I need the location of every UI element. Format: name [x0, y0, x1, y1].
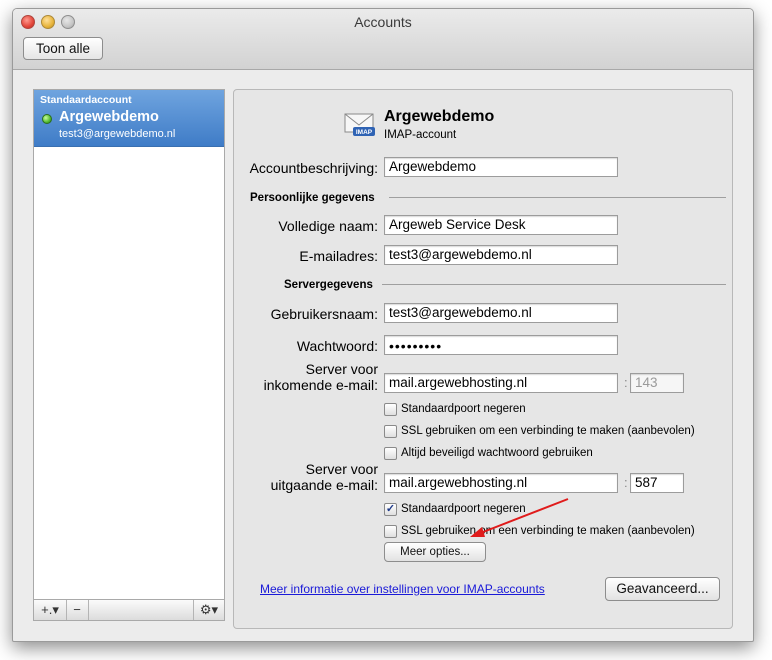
password-label: Wachtwoord:: [296, 338, 378, 354]
fullname-label: Volledige naam:: [278, 218, 378, 234]
username-field[interactable]: [384, 303, 618, 323]
accounts-window: Accounts Toon alle Standaardaccount Arge…: [12, 8, 754, 642]
fullname-field[interactable]: [384, 215, 618, 235]
checkbox-label: Standaardpoort negeren: [401, 403, 526, 415]
username-label: Gebruikersnaam:: [270, 306, 378, 322]
description-field[interactable]: [384, 157, 618, 177]
checkbox[interactable]: [384, 447, 397, 460]
personal-section-title: Persoonlijke gegevens: [250, 192, 375, 204]
incoming-server-label-line2: inkomende e-mail:: [263, 377, 378, 393]
outgoing-server-label-line1: Server voor: [305, 461, 378, 477]
account-type: IMAP-account: [384, 129, 457, 141]
account-title: Argewebdemo: [384, 108, 495, 125]
checkbox-label: SSL gebruiken om een verbinding te maken…: [401, 425, 695, 437]
outgoing-server-label-line2: uitgaande e-mail:: [270, 477, 378, 493]
window-title: Accounts: [354, 14, 412, 30]
outgoing-server-label: Server voor uitgaande e-mail:: [234, 461, 378, 493]
gear-menu-button[interactable]: ⚙▾: [193, 600, 224, 620]
checkbox[interactable]: [384, 425, 397, 438]
description-label: Accountbeschrijving:: [249, 160, 378, 176]
remove-account-button[interactable]: −: [66, 600, 89, 620]
incoming-server-label-line1: Server voor: [305, 361, 378, 377]
accounts-sidebar: Standaardaccount Argewebdemo test3@argew…: [33, 89, 225, 621]
imap-info-link[interactable]: Meer informatie over instellingen voor I…: [260, 582, 545, 596]
incoming-port-field[interactable]: [630, 373, 684, 393]
email-label: E-mailadres:: [299, 248, 378, 264]
annotation-arrow-icon: [470, 498, 569, 537]
checkbox[interactable]: [384, 525, 397, 538]
checkbox-label: Altijd beveiligd wachtwoord gebruiken: [401, 447, 593, 459]
checkbox[interactable]: [384, 403, 397, 416]
show-all-button[interactable]: Toon alle: [23, 37, 103, 60]
account-list-item[interactable]: Standaardaccount Argewebdemo test3@argew…: [34, 90, 224, 147]
account-list-email: test3@argewebdemo.nl: [59, 128, 176, 140]
account-list-name: Argewebdemo: [59, 109, 159, 125]
more-options-button[interactable]: Meer opties...: [384, 542, 486, 562]
personal-section-divider: [389, 197, 726, 198]
online-status-icon: [42, 114, 52, 124]
advanced-button[interactable]: Geavanceerd...: [605, 577, 720, 601]
account-group-header: Standaardaccount: [40, 94, 132, 106]
account-settings-panel: IMAP Argewebdemo IMAP-account Accountbes…: [233, 89, 733, 629]
sidebar-toolbar: +.▾ − ⚙▾: [34, 599, 224, 620]
password-field[interactable]: •••••••••: [384, 335, 618, 355]
add-account-button[interactable]: +.▾: [34, 600, 67, 620]
server-section-title: Servergegevens: [284, 279, 373, 291]
email-field[interactable]: [384, 245, 618, 265]
imap-mail-icon: IMAP: [344, 113, 375, 136]
outgoing-server-field[interactable]: [384, 473, 618, 493]
incoming-server-field[interactable]: [384, 373, 618, 393]
incoming-port-separator: :: [624, 375, 628, 390]
outgoing-port-field[interactable]: [630, 473, 684, 493]
svg-text:IMAP: IMAP: [356, 129, 373, 136]
incoming-server-label: Server voor inkomende e-mail:: [234, 361, 378, 393]
title-bar: Accounts Toon alle: [13, 9, 753, 70]
server-section-divider: [382, 284, 726, 285]
checkbox-checked[interactable]: ✓: [384, 503, 397, 516]
outgoing-port-separator: :: [624, 475, 628, 490]
